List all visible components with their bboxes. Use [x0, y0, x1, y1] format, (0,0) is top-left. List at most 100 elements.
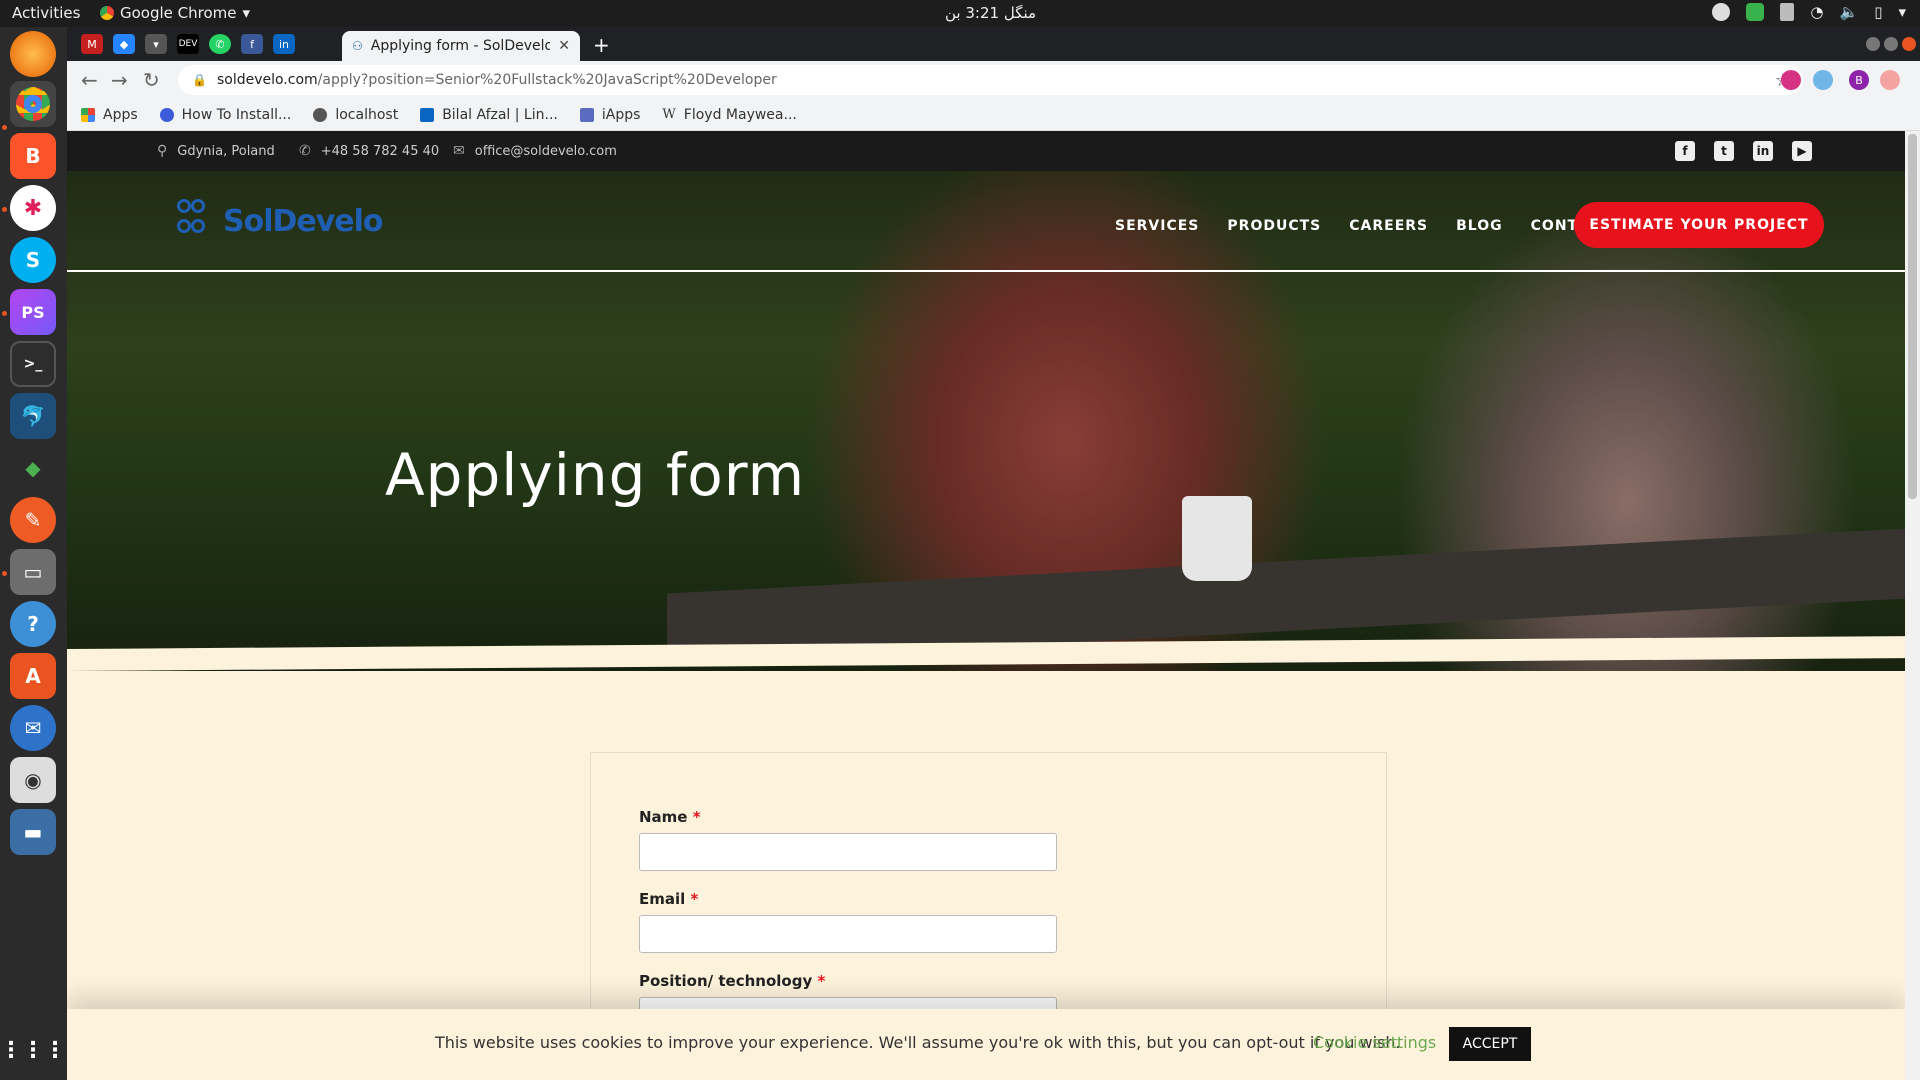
- app-menu[interactable]: Google Chrome ▾: [100, 4, 250, 22]
- bookmark-localhost[interactable]: localhost: [313, 107, 398, 123]
- twitter-icon[interactable]: t: [1714, 141, 1734, 161]
- check-icon[interactable]: [1746, 3, 1765, 21]
- files-icon[interactable]: ▭: [10, 549, 56, 595]
- minimize-button[interactable]: [1866, 37, 1880, 51]
- thunderbird-icon[interactable]: ✉: [10, 705, 56, 751]
- url-path: /apply?position=Senior%20Fullstack%20Jav…: [317, 72, 777, 88]
- running-indicator: [2, 125, 7, 130]
- skype-icon[interactable]: S: [10, 237, 56, 283]
- software-center-icon[interactable]: A: [10, 653, 56, 699]
- location-info: ⚲ Gdynia, Poland: [157, 143, 275, 159]
- pocket-tab-icon[interactable]: ▾: [145, 34, 167, 54]
- wifi-icon[interactable]: ◔: [1810, 3, 1823, 21]
- clock[interactable]: منگل 3:21 بن: [945, 4, 1036, 22]
- rhythmbox-icon[interactable]: ◉: [10, 757, 56, 803]
- robo3t-icon[interactable]: ◆: [10, 445, 56, 491]
- apps-grid-icon: [81, 107, 95, 122]
- map-pin-icon: ⚲: [157, 143, 168, 159]
- chrome-dock-icon[interactable]: [10, 81, 56, 127]
- bookmark-iapps[interactable]: iApps: [579, 107, 640, 123]
- dev-tab-icon[interactable]: DEV: [177, 34, 199, 54]
- terminal-icon[interactable]: >_: [10, 341, 56, 387]
- web-page: ⚲ Gdynia, Poland ✆ +48 58 782 45 40 ✉ offic…: [67, 131, 1905, 1080]
- chevron-down-icon: ▾: [242, 4, 251, 22]
- globe-icon: [313, 107, 328, 122]
- running-indicator: [2, 207, 7, 212]
- envelope-icon: ✉: [453, 143, 465, 159]
- header-divider: [67, 270, 1905, 272]
- whatsapp-tab-icon[interactable]: ✆: [209, 34, 231, 54]
- phpstorm-icon[interactable]: PS: [10, 289, 56, 335]
- back-button[interactable]: ←: [81, 68, 98, 92]
- extension-icon[interactable]: [1880, 70, 1900, 90]
- cookie-settings-link[interactable]: Cookie settings: [1313, 1033, 1436, 1052]
- linkedin-tab-icon[interactable]: in: [273, 34, 295, 54]
- system-tray: ◔ 🔈 ▯ ▾: [1712, 3, 1906, 21]
- iapps-icon: [579, 107, 594, 122]
- screenshot-icon[interactable]: ▬: [10, 809, 56, 855]
- page-title: Applying form: [385, 441, 806, 509]
- reload-button[interactable]: ↻: [143, 68, 160, 92]
- jira-tab-icon[interactable]: ◆: [113, 34, 135, 54]
- record-icon[interactable]: [1712, 3, 1731, 21]
- maximize-button[interactable]: [1884, 37, 1898, 51]
- page-scrollbar[interactable]: [1905, 131, 1920, 1080]
- firefox-icon[interactable]: [10, 31, 56, 77]
- soldevelo-favicon-icon: ⚇: [352, 39, 363, 53]
- help-icon[interactable]: ?: [10, 601, 56, 647]
- profile-avatar[interactable]: B: [1849, 70, 1869, 90]
- show-apps-icon[interactable]: ⋮⋮⋮: [0, 1027, 66, 1073]
- name-label: Name *: [639, 808, 701, 826]
- logo-mark-icon: [177, 199, 219, 243]
- forward-button[interactable]: →: [111, 68, 128, 92]
- facebook-icon[interactable]: f: [1675, 141, 1695, 161]
- postman-icon[interactable]: ✎: [10, 497, 56, 543]
- url-domain: soldevelo.com: [216, 72, 318, 88]
- scrollbar-thumb[interactable]: [1908, 134, 1917, 499]
- volume-icon[interactable]: 🔈: [1840, 3, 1859, 21]
- nav-blog[interactable]: BLOG: [1456, 218, 1503, 234]
- bookmark-how-to-install[interactable]: How To Install...: [159, 107, 291, 123]
- chevron-down-icon[interactable]: ▾: [1898, 3, 1906, 21]
- phone-info[interactable]: ✆ +48 58 782 45 40: [299, 143, 439, 159]
- position-label: Position/ technology *: [639, 972, 826, 990]
- site-logo[interactable]: SolDevelo: [177, 199, 384, 243]
- tab-strip: M ◆ ▾ DEV ✆ f in ⚇ Applying form - SolDe…: [67, 27, 1920, 61]
- email-label: Email *: [639, 890, 699, 908]
- extension-search-icon[interactable]: [1813, 70, 1833, 90]
- accept-cookies-button[interactable]: ACCEPT: [1449, 1027, 1531, 1061]
- close-window-button[interactable]: [1902, 37, 1916, 51]
- youtube-icon[interactable]: ▶: [1792, 141, 1812, 161]
- slack-tray-icon[interactable]: [1780, 3, 1795, 21]
- system-top-bar: Activities Google Chrome ▾ منگل 3:21 بن …: [0, 0, 1920, 27]
- bookmarks-bar: Apps How To Install... localhost Bilal A…: [67, 99, 1920, 131]
- contact-info-bar: ⚲ Gdynia, Poland ✆ +48 58 782 45 40 ✉ offic…: [67, 131, 1905, 171]
- hero-bottom-edge: [67, 636, 1905, 671]
- email-input[interactable]: [639, 915, 1057, 953]
- hero-banner: SolDevelo SERVICES PRODUCTS CAREERS BLOG…: [67, 171, 1905, 671]
- bookmark-linkedin[interactable]: Bilal Afzal | Lin...: [420, 107, 558, 123]
- close-icon[interactable]: ✕: [558, 38, 570, 54]
- estimate-project-button[interactable]: ESTIMATE YOUR PROJECT: [1574, 202, 1824, 248]
- linkedin-icon: [420, 107, 435, 122]
- new-tab-button[interactable]: +: [593, 33, 610, 57]
- battery-icon[interactable]: ▯: [1874, 3, 1882, 21]
- bookmark-apps[interactable]: Apps: [81, 107, 138, 123]
- tab-active[interactable]: ⚇ Applying form - SolDevelo ✕: [342, 31, 580, 61]
- linkedin-icon[interactable]: in: [1753, 141, 1773, 161]
- slack-icon[interactable]: ✱: [10, 185, 56, 231]
- nav-services[interactable]: SERVICES: [1115, 218, 1199, 234]
- nav-careers[interactable]: CAREERS: [1349, 218, 1428, 234]
- brave-icon[interactable]: B: [10, 133, 56, 179]
- activities-button[interactable]: Activities: [12, 4, 80, 22]
- address-bar[interactable]: 🔒 soldevelo.com/apply?position=Senior%20…: [178, 65, 1803, 95]
- mysql-workbench-icon[interactable]: 🐬: [10, 393, 56, 439]
- name-input[interactable]: [639, 833, 1057, 871]
- bookmark-floyd[interactable]: W Floyd Maywea...: [662, 107, 796, 123]
- nav-products[interactable]: PRODUCTS: [1227, 218, 1321, 234]
- email-info[interactable]: ✉ office@soldevelo.com: [453, 143, 617, 159]
- dock: B ✱ S PS >_ 🐬 ◆ ✎ ▭ ? A ✉ ◉ ▬ ⋮⋮⋮: [0, 27, 67, 1080]
- extension-moon-icon[interactable]: [1781, 70, 1801, 90]
- gmail-tab-icon[interactable]: M: [81, 34, 103, 54]
- facebook-tab-icon[interactable]: f: [241, 34, 263, 54]
